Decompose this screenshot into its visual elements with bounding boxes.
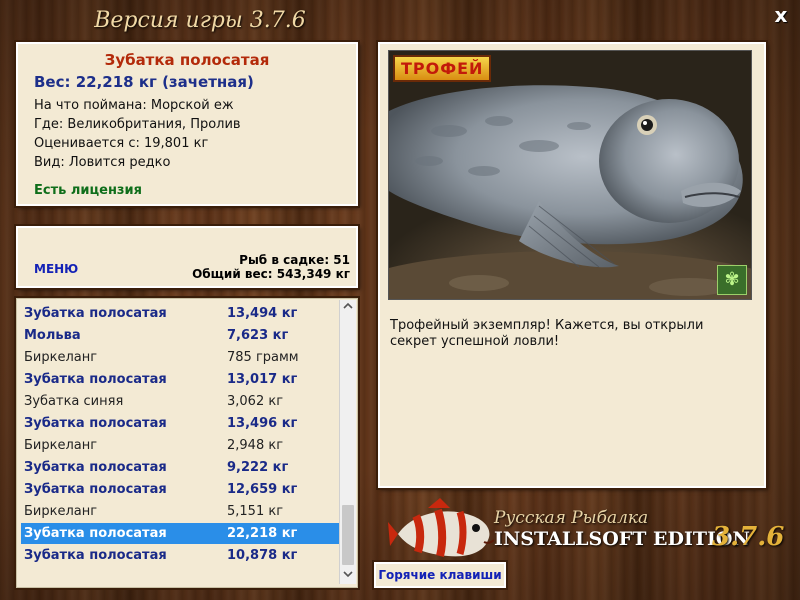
catch-fish-weight: 22,218 кг xyxy=(227,526,298,541)
close-icon[interactable]: x xyxy=(770,4,792,26)
fish-kind: Вид: Ловится редко xyxy=(34,155,171,170)
fish-in-net: Рыб в садке: 51 xyxy=(239,253,350,267)
net-stats-panel: МЕНЮ Рыб в садке: 51 Общий вес: 543,349 … xyxy=(16,226,358,288)
catch-fish-weight: 5,151 кг xyxy=(227,504,284,519)
catch-fish-weight: 2,948 кг xyxy=(227,438,284,453)
catch-row[interactable]: Мольва 7,623 кг xyxy=(21,325,339,346)
catch-fish-name: Биркеланг xyxy=(24,350,98,365)
catch-fish-weight: 9,222 кг xyxy=(227,460,289,475)
chevron-up-icon[interactable] xyxy=(340,300,356,316)
fish-weight: Вес: 22,218 кг (зачетная) xyxy=(34,73,254,91)
catch-row[interactable]: Биркеланг 5,151 кг xyxy=(21,501,339,522)
trophy-badge: ТРОФЕЙ xyxy=(393,55,492,82)
catch-row[interactable]: Зубатка полосатая 13,494 кг xyxy=(21,303,339,324)
catch-row[interactable]: Зубатка полосатая 22,218 кг xyxy=(21,523,339,544)
catch-fish-name: Зубатка полосатая xyxy=(24,306,167,321)
chevron-down-icon[interactable] xyxy=(340,568,356,584)
rated-from: Оценивается с: 19,801 кг xyxy=(34,136,209,151)
menu-button[interactable]: МЕНЮ xyxy=(34,262,78,276)
catch-list[interactable]: Зубатка полосатая 13,494 кг Мольва 7,623 кг… xyxy=(16,298,358,588)
catch-fish-name: Мольва xyxy=(24,328,81,343)
catch-row[interactable]: Зубатка синяя 3,062 кг xyxy=(21,391,339,412)
brand-title: Русская Рыбалка xyxy=(494,508,649,528)
fish-info-panel: Зубатка полосатая Вес: 22,218 кг (зачетн… xyxy=(16,42,358,206)
catch-fish-name: Биркеланг xyxy=(24,438,98,453)
catch-fish-name: Биркеланг xyxy=(24,504,98,519)
catch-fish-name: Зубатка синяя xyxy=(24,394,124,409)
caught-on: На что поймана: Морской еж xyxy=(34,98,234,113)
catch-fish-name: Зубатка полосатая xyxy=(24,460,167,475)
wolffish-image xyxy=(389,85,751,299)
butterfly-icon[interactable]: ✾ xyxy=(717,265,747,295)
fish-name: Зубатка полосатая xyxy=(104,51,270,69)
catch-row[interactable]: Биркеланг 2,948 кг xyxy=(21,435,339,456)
catch-fish-name: Зубатка полосатая xyxy=(24,372,167,387)
catch-location: Где: Великобритания, Пролив xyxy=(34,117,241,132)
catch-row[interactable]: Зубатка полосатая 9,222 кг xyxy=(21,457,339,478)
total-weight: Общий вес: 543,349 кг xyxy=(192,267,350,281)
trophy-panel: ТРОФЕЙ ✾ Трофейный экземпляр! Кажется, в… xyxy=(378,42,766,488)
catch-fish-weight: 13,496 кг xyxy=(227,416,298,431)
trophy-caption: Трофейный экземпляр! Кажется, вы открыли… xyxy=(390,318,704,349)
scrollbar-thumb[interactable] xyxy=(342,505,354,565)
catch-fish-weight: 10,878 кг xyxy=(227,548,298,563)
catch-row[interactable]: Зубатка полосатая 10,878 кг xyxy=(21,545,339,566)
catch-fish-name: Зубатка полосатая xyxy=(24,416,167,431)
catch-row[interactable]: Зубатка полосатая 13,496 кг xyxy=(21,413,339,434)
catch-fish-weight: 3,062 кг xyxy=(227,394,284,409)
catch-fish-weight: 13,017 кг xyxy=(227,372,298,387)
catch-row[interactable]: Биркеланг 785 грамм xyxy=(21,347,339,368)
catch-fish-name: Зубатка полосатая xyxy=(24,526,167,541)
catch-row[interactable]: Зубатка полосатая 13,017 кг xyxy=(21,369,339,390)
license-status: Есть лицензия xyxy=(34,183,142,198)
fish-photo: ТРОФЕЙ ✾ xyxy=(388,50,752,300)
list-scrollbar[interactable] xyxy=(339,300,356,584)
brand-version: 3.7.6 xyxy=(712,522,785,552)
catch-fish-weight: 13,494 кг xyxy=(227,306,298,321)
catch-row[interactable]: Зубатка полосатая 12,659 кг xyxy=(21,479,339,500)
hotkeys-button[interactable]: Горячие клавиши xyxy=(374,562,506,588)
catch-fish-weight: 12,659 кг xyxy=(227,482,298,497)
catch-fish-weight: 785 грамм xyxy=(227,350,299,365)
catch-fish-name: Зубатка полосатая xyxy=(24,482,167,497)
window-title: Версия игры 3.7.6 xyxy=(94,8,306,33)
catch-fish-weight: 7,623 кг xyxy=(227,328,289,343)
catch-fish-name: Зубатка полосатая xyxy=(24,548,167,563)
